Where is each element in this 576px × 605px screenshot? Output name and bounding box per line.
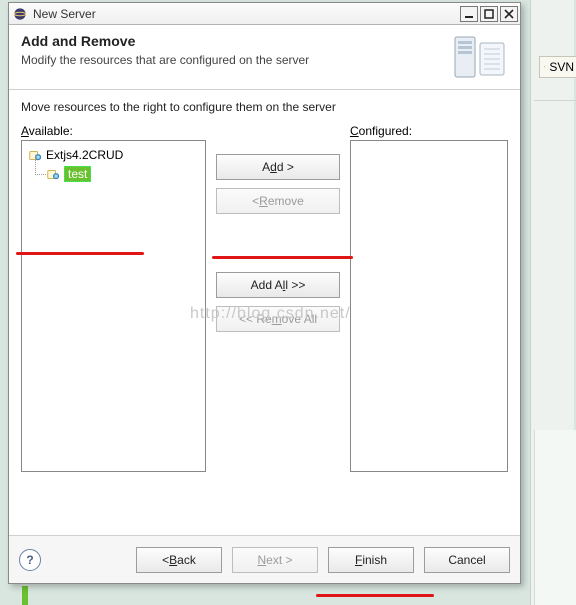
minimize-icon bbox=[464, 9, 474, 19]
instruction-text: Move resources to the right to configure… bbox=[21, 100, 508, 114]
available-list[interactable]: Extjs4.2CRUD test bbox=[21, 140, 206, 472]
server-banner-icon bbox=[452, 33, 508, 83]
module-icon bbox=[46, 167, 60, 181]
cancel-button[interactable]: Cancel bbox=[424, 547, 510, 573]
wizard-body: Move resources to the right to configure… bbox=[9, 90, 520, 476]
svn-tab[interactable]: svn SVN bbox=[539, 56, 576, 78]
close-button[interactable] bbox=[500, 6, 518, 22]
maximize-icon bbox=[484, 9, 494, 19]
remove-button: < Remove bbox=[216, 188, 340, 214]
minimize-button[interactable] bbox=[460, 6, 478, 22]
wizard-footer: ? < Back Next > Finish Cancel bbox=[9, 535, 520, 583]
add-all-button[interactable]: Add All >> bbox=[216, 272, 340, 298]
configured-panel: Configured: bbox=[350, 124, 508, 472]
finish-button[interactable]: Finish bbox=[328, 547, 414, 573]
annotation-underline-add bbox=[212, 256, 353, 259]
background-right-patch bbox=[534, 430, 576, 605]
close-icon bbox=[504, 9, 514, 19]
page-subtitle: Modify the resources that are configured… bbox=[21, 53, 309, 67]
help-button[interactable]: ? bbox=[19, 549, 41, 571]
eclipse-icon bbox=[13, 7, 27, 21]
help-icon: ? bbox=[26, 553, 33, 567]
cancel-label: Cancel bbox=[448, 553, 485, 567]
transfer-buttons: Add > < Remove Add All >> << Remove All bbox=[216, 124, 340, 472]
window-title: New Server bbox=[33, 7, 454, 21]
annotation-underline-finish bbox=[316, 594, 434, 597]
svn-icon: svn bbox=[544, 60, 545, 74]
wizard-header: Add and Remove Modify the resources that… bbox=[9, 25, 520, 90]
list-item[interactable]: Extjs4.2CRUD bbox=[28, 146, 199, 164]
next-button: Next > bbox=[232, 547, 318, 573]
list-item-label: test bbox=[64, 166, 91, 182]
svn-label: SVN bbox=[549, 60, 574, 74]
back-button[interactable]: < Back bbox=[136, 547, 222, 573]
list-item[interactable]: test bbox=[46, 165, 199, 183]
configured-label: Configured: bbox=[350, 124, 508, 138]
remove-all-button: << Remove All bbox=[216, 306, 340, 332]
add-button[interactable]: Add > bbox=[216, 154, 340, 180]
annotation-underline-available bbox=[16, 252, 144, 255]
configured-list[interactable] bbox=[350, 140, 508, 472]
background-left-green-bar bbox=[22, 586, 28, 605]
background-divider bbox=[534, 100, 576, 101]
available-panel: Available: Extjs4.2CRUD test bbox=[21, 124, 206, 472]
maximize-button[interactable] bbox=[480, 6, 498, 22]
titlebar: New Server bbox=[9, 3, 520, 25]
new-server-dialog: New Server Add and Remove Modify the res… bbox=[8, 2, 521, 584]
list-item-label: Extjs4.2CRUD bbox=[46, 148, 123, 162]
page-title: Add and Remove bbox=[21, 33, 309, 49]
available-label: Available: bbox=[21, 124, 206, 138]
svg-text:svn: svn bbox=[544, 66, 545, 68]
